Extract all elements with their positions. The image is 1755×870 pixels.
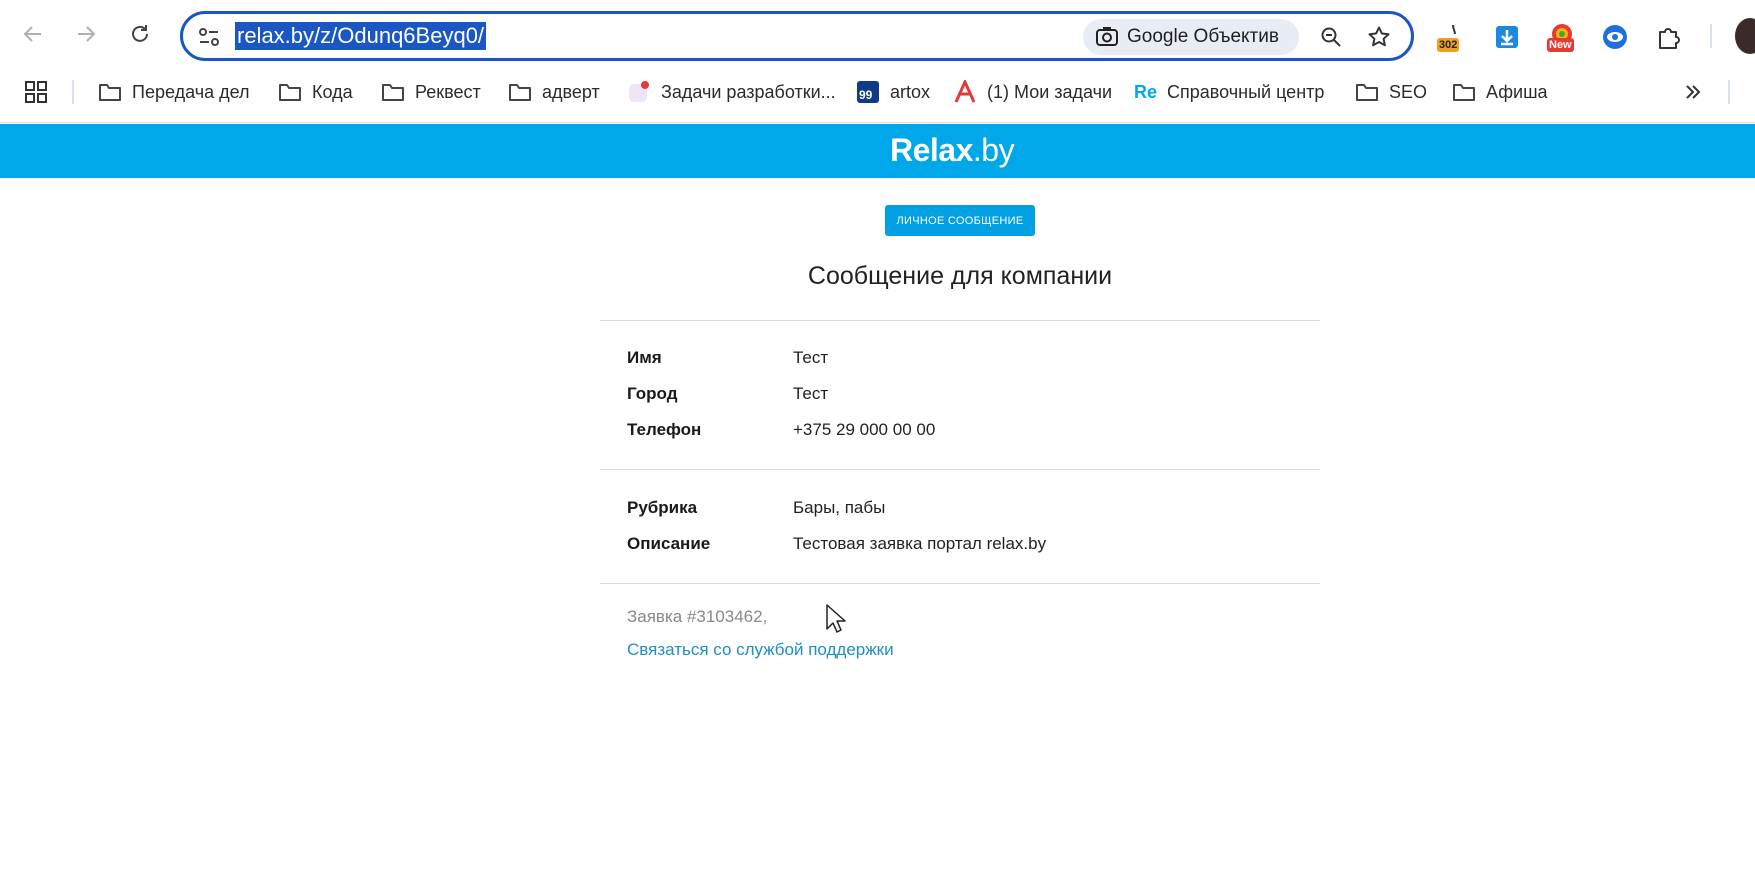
- info-row: Телефон +375 29 000 00 00: [627, 420, 936, 439]
- arrow-left-icon: [23, 26, 41, 42]
- bookmarks-bar: Передача дел Кода Реквест адверт Задачи …: [0, 70, 1755, 114]
- eye-icon: [1603, 25, 1627, 49]
- apps-button[interactable]: [24, 76, 48, 108]
- reload-icon: [132, 25, 148, 42]
- bookmark-item[interactable]: (1) Мои задачи: [953, 76, 1112, 108]
- a-logo-icon: [954, 80, 976, 103]
- toolbar-divider: [1710, 24, 1712, 48]
- profile-avatar[interactable]: [1735, 18, 1755, 54]
- puzzle-icon: [1659, 28, 1680, 49]
- folder-icon: [509, 84, 531, 101]
- folder-icon: [382, 84, 404, 101]
- svg-text:99: 99: [859, 88, 873, 102]
- google-lens-button[interactable]: Google Объектив: [1083, 19, 1299, 55]
- bookmark-item[interactable]: Передача дел: [98, 76, 250, 108]
- arrow-right-icon: [78, 26, 96, 42]
- bookmark-item[interactable]: адверт: [508, 76, 600, 108]
- reload-button[interactable]: [124, 18, 156, 50]
- task-app-icon: [629, 81, 649, 102]
- timer-badge: 302: [1437, 38, 1460, 52]
- folder-icon: [1453, 84, 1475, 101]
- star-icon: [1368, 26, 1390, 47]
- more-bookmarks-button[interactable]: [1683, 76, 1703, 108]
- bookmark-item[interactable]: Афиша: [1452, 76, 1548, 108]
- toolbar-bottom-border: [0, 122, 1755, 123]
- info-row: Рубрика Бары, пабы: [627, 498, 886, 517]
- bookmarks-divider: [72, 80, 74, 104]
- chevron-double-right-icon: [1686, 85, 1701, 99]
- divider: [600, 469, 1320, 470]
- zoom-icon: [1321, 27, 1341, 47]
- folder-icon: [99, 84, 121, 101]
- page-title: Сообщение для компании: [807, 262, 1113, 290]
- address-bar[interactable]: relax.by/z/Odunq6Beyq0/ Google Объектив: [180, 11, 1414, 61]
- url-text[interactable]: relax.by/z/Odunq6Beyq0/: [235, 22, 487, 50]
- bookmark-item[interactable]: Кода: [278, 76, 353, 108]
- mouse-cursor-icon: [826, 604, 846, 633]
- new-badge: New: [1547, 38, 1574, 52]
- extensions-menu-button[interactable]: [1652, 20, 1686, 54]
- forward-button[interactable]: [70, 18, 102, 50]
- folder-icon: [279, 84, 301, 101]
- bookmark-item[interactable]: Реквест: [381, 76, 481, 108]
- bookmarks-divider: [1728, 80, 1730, 104]
- order-number: Заявка #3103462,: [627, 607, 768, 626]
- re-logo-icon: Re: [1134, 81, 1158, 102]
- info-row: Описание Тестовая заявка портал relax.by: [627, 534, 1047, 553]
- bookmark-item[interactable]: SEO: [1355, 76, 1427, 108]
- zoom-button[interactable]: [1317, 23, 1345, 51]
- bookmark-star-button[interactable]: [1365, 23, 1393, 51]
- info-row: Город Тест: [627, 384, 829, 403]
- apps-grid-icon: [25, 81, 47, 103]
- bookmark-item[interactable]: Re Справочный центр: [1134, 76, 1324, 108]
- download-extension-button[interactable]: [1490, 20, 1524, 54]
- private-message-badge: ЛИЧНОЕ СООБЩЕНИЕ: [885, 205, 1035, 236]
- bookmark-item[interactable]: 99 artox: [856, 76, 930, 108]
- back-button[interactable]: [17, 18, 49, 50]
- eye-extension-button[interactable]: [1598, 20, 1632, 54]
- bookmark-item[interactable]: Задачи разработки...: [627, 76, 836, 108]
- lens-label: Google Объектив: [1127, 26, 1279, 47]
- new-extension-button[interactable]: New: [1545, 20, 1579, 54]
- lens-camera-icon: [1096, 27, 1118, 46]
- divider: [600, 320, 1320, 321]
- info-row: Имя Тест: [627, 348, 829, 367]
- artox-icon: 99: [857, 81, 879, 103]
- browser-toolbar: relax.by/z/Odunq6Beyq0/ Google Объектив …: [0, 0, 1755, 66]
- divider: [600, 583, 1320, 584]
- site-settings-icon[interactable]: [197, 25, 221, 49]
- relax-logo[interactable]: Relax.by: [890, 132, 1015, 169]
- download-icon: [1496, 26, 1518, 48]
- site-header: Relax.by: [0, 124, 1755, 178]
- timer-extension-button[interactable]: 302: [1436, 20, 1470, 54]
- support-link[interactable]: Связаться со службой поддержки: [627, 640, 894, 660]
- folder-icon: [1356, 84, 1378, 101]
